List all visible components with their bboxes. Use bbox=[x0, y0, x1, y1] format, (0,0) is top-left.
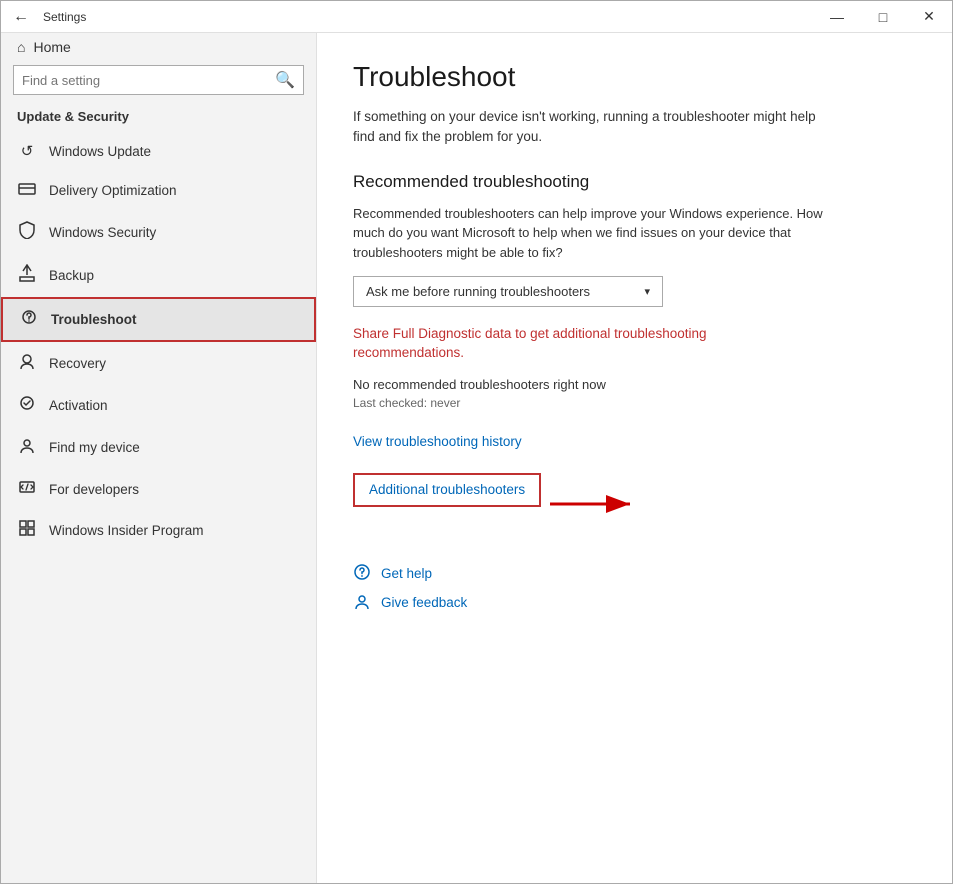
find-device-icon bbox=[17, 436, 37, 459]
help-section: Get help Give feedback bbox=[353, 563, 916, 613]
sidebar-item-windows-security[interactable]: Windows Security bbox=[1, 211, 316, 254]
section-title: Update & Security bbox=[1, 103, 316, 132]
additional-troubleshooters-link[interactable]: Additional troubleshooters bbox=[369, 482, 525, 497]
recovery-icon bbox=[17, 352, 37, 375]
troubleshooter-dropdown[interactable]: Ask me before running troubleshooters ▾ bbox=[353, 276, 663, 307]
delivery-icon bbox=[17, 180, 37, 201]
close-button[interactable]: ✕ bbox=[906, 1, 952, 33]
search-input[interactable] bbox=[22, 73, 269, 88]
sidebar-item-label: Windows Update bbox=[49, 144, 151, 159]
dropdown-value: Ask me before running troubleshooters bbox=[366, 284, 590, 299]
sidebar-item-label: Troubleshoot bbox=[51, 312, 137, 327]
page-description: If something on your device isn't workin… bbox=[353, 107, 833, 148]
sidebar-item-troubleshoot[interactable]: Troubleshoot bbox=[1, 297, 316, 342]
titlebar-controls: — □ ✕ bbox=[814, 1, 952, 33]
sidebar: ⌂ Home 🔍 Update & Security ↺ Windows Upd… bbox=[1, 33, 317, 883]
search-box: 🔍 bbox=[13, 65, 304, 95]
sidebar-item-backup[interactable]: Backup bbox=[1, 254, 316, 297]
give-feedback-label: Give feedback bbox=[381, 595, 467, 610]
insider-icon bbox=[17, 520, 37, 541]
get-help-item[interactable]: Get help bbox=[353, 563, 916, 584]
sidebar-item-label: Windows Insider Program bbox=[49, 523, 204, 538]
maximize-button[interactable]: □ bbox=[860, 1, 906, 33]
sidebar-item-label: Backup bbox=[49, 268, 94, 283]
titlebar-title: Settings bbox=[43, 10, 86, 24]
sidebar-item-delivery-optimization[interactable]: Delivery Optimization bbox=[1, 170, 316, 211]
home-label: Home bbox=[33, 39, 70, 55]
additional-arrow bbox=[545, 492, 635, 516]
sidebar-item-label: Find my device bbox=[49, 440, 140, 455]
search-icon: 🔍 bbox=[275, 70, 295, 90]
minimize-button[interactable]: — bbox=[814, 1, 860, 33]
titlebar: ← Settings — □ ✕ bbox=[1, 1, 952, 33]
windows-update-icon: ↺ bbox=[17, 142, 37, 160]
activation-icon bbox=[17, 395, 37, 416]
sidebar-item-find-device[interactable]: Find my device bbox=[1, 426, 316, 469]
sidebar-item-label: Delivery Optimization bbox=[49, 183, 177, 198]
dropdown-arrow-icon: ▾ bbox=[644, 285, 650, 298]
sidebar-item-label: For developers bbox=[49, 482, 139, 497]
give-feedback-item[interactable]: Give feedback bbox=[353, 592, 916, 613]
main-layout: ⌂ Home 🔍 Update & Security ↺ Windows Upd… bbox=[1, 33, 952, 883]
get-help-label: Get help bbox=[381, 566, 432, 581]
sidebar-item-windows-insider[interactable]: Windows Insider Program bbox=[1, 510, 316, 551]
home-icon: ⌂ bbox=[17, 39, 25, 55]
sidebar-item-for-developers[interactable]: For developers bbox=[1, 469, 316, 510]
settings-window: ← Settings — □ ✕ ⌂ Home 🔍 Update & Secur… bbox=[0, 0, 953, 884]
recommended-desc: Recommended troubleshooters can help imp… bbox=[353, 204, 833, 263]
back-button[interactable]: ← bbox=[9, 4, 33, 30]
security-icon bbox=[17, 221, 37, 244]
content-area: Troubleshoot If something on your device… bbox=[317, 33, 952, 883]
last-checked-text: Last checked: never bbox=[353, 396, 916, 410]
sidebar-item-windows-update[interactable]: ↺ Windows Update bbox=[1, 132, 316, 170]
view-history-link[interactable]: View troubleshooting history bbox=[353, 434, 916, 449]
sidebar-item-activation[interactable]: Activation bbox=[1, 385, 316, 426]
get-help-icon bbox=[353, 563, 371, 584]
share-diagnostic-link[interactable]: Share Full Diagnostic data to get additi… bbox=[353, 325, 733, 363]
home-nav-item[interactable]: ⌂ Home bbox=[1, 33, 316, 61]
sidebar-item-label: Windows Security bbox=[49, 225, 156, 240]
recommended-heading: Recommended troubleshooting bbox=[353, 172, 916, 192]
give-feedback-icon bbox=[353, 592, 371, 613]
additional-box: Additional troubleshooters bbox=[353, 473, 541, 507]
sidebar-item-label: Recovery bbox=[49, 356, 106, 371]
titlebar-left: ← Settings bbox=[9, 4, 86, 30]
sidebar-item-recovery[interactable]: Recovery bbox=[1, 342, 316, 385]
developers-icon bbox=[17, 479, 37, 500]
troubleshoot-icon bbox=[19, 309, 39, 330]
page-title: Troubleshoot bbox=[353, 61, 916, 93]
backup-icon bbox=[17, 264, 37, 287]
no-troubleshooters-text: No recommended troubleshooters right now bbox=[353, 377, 916, 392]
sidebar-item-label: Activation bbox=[49, 398, 108, 413]
additional-section: Additional troubleshooters bbox=[353, 473, 541, 535]
